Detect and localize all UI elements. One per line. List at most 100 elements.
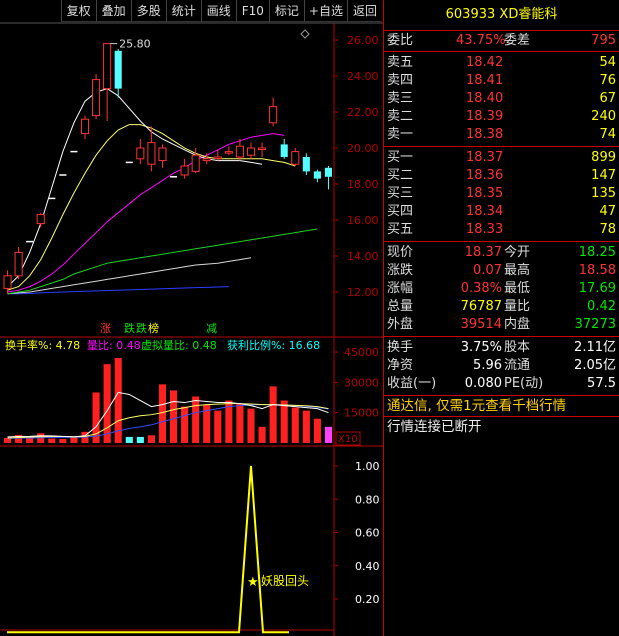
stat-value: 0.07 xyxy=(473,263,502,278)
candle-up xyxy=(191,154,200,172)
volume-header-item: 获利比例%: 16.68 xyxy=(227,338,320,352)
price-axis-label: 14.00 xyxy=(347,250,379,263)
bid-row[interactable]: 买四 18.34 47 xyxy=(384,203,619,221)
toolbar-add-watchlist-button[interactable]: +自选 xyxy=(303,0,347,22)
toolbar-statistics-button[interactable]: 统计 xyxy=(165,0,201,22)
volume-bar xyxy=(103,364,111,443)
ask-label: 卖二 xyxy=(387,109,414,124)
ask-volume: 74 xyxy=(599,127,616,142)
toolbar-back-button[interactable]: 返回 xyxy=(346,0,382,22)
volume-bar xyxy=(247,408,255,443)
ask-label: 卖三 xyxy=(387,91,414,106)
price-axis-label: 12.00 xyxy=(347,286,379,299)
stat-value: 17.69 xyxy=(578,281,616,296)
diamond-icon xyxy=(300,29,310,39)
weibi-row: 委比 43.75% 委差 795 xyxy=(384,31,619,52)
ask-volume: 240 xyxy=(591,109,616,124)
chart-toolbar: 复权 叠加 多股 统计 画线 F10 标记 +自选 返回 xyxy=(0,0,382,23)
stat-label: 外盘 xyxy=(387,317,414,332)
stat-row: 涨跌 0.07 最高 18.58 xyxy=(384,262,619,280)
stat-value: 18.25 xyxy=(578,245,616,260)
volume-axis-label: 45000 xyxy=(344,346,379,359)
price-axis-label: 20.00 xyxy=(347,142,379,155)
candle-up xyxy=(269,106,278,124)
candle-up xyxy=(103,43,112,90)
chart-area[interactable]: 26.00 24.00 22.00 20.00 18.00 16.00 14.00 12.00… xyxy=(0,0,383,636)
ask-volume: 76 xyxy=(599,73,616,88)
toolbar-multi-stock-button[interactable]: 多股 xyxy=(130,0,166,22)
candle-up xyxy=(258,147,267,150)
toolbar-overlay-button[interactable]: 叠加 xyxy=(95,0,131,22)
stat-row: 现价 18.37 今开 18.25 xyxy=(384,244,619,262)
fundamental-value: 3.75% xyxy=(460,340,502,355)
bid-label: 买五 xyxy=(387,222,414,237)
price-axis-label: 24.00 xyxy=(347,70,379,83)
bid-row[interactable]: 买三 18.35 135 xyxy=(384,185,619,203)
stat-label: 涨跌 xyxy=(387,263,414,278)
candle-down xyxy=(313,171,321,179)
bid-row[interactable]: 买一 18.37 899 xyxy=(384,149,619,167)
candle-up xyxy=(213,156,222,159)
weicha-value: 795 xyxy=(591,33,616,48)
volume-bar xyxy=(192,396,200,443)
fundamental-label: 收益(一) xyxy=(387,376,437,391)
candle-up xyxy=(36,214,45,225)
candle-down xyxy=(280,144,288,157)
bid-volume: 47 xyxy=(599,204,616,219)
stat-label: 量比 xyxy=(504,299,531,314)
stat-row: 涨幅 0.38% 最低 17.69 xyxy=(384,280,619,298)
bid-label: 买一 xyxy=(387,150,414,165)
stock-title: 603933 XD睿能科 xyxy=(384,0,619,31)
fundamental-label: 流通 xyxy=(504,358,531,373)
candle-up xyxy=(136,147,145,160)
fundamental-row: 收益(一) 0.080 PE(动) 57.5 xyxy=(384,375,619,393)
stat-value: 0.42 xyxy=(587,299,616,314)
indicator-axis-label: 0.40 xyxy=(355,560,380,573)
stat-row: 总量 76787 量比 0.42 xyxy=(384,298,619,316)
stat-row: 外盘 39514 内盘 37273 xyxy=(384,316,619,334)
bid-book: 买一 18.37 899 买二 18.36 147 买三 18.35 135 买… xyxy=(384,147,619,242)
volume-ma-blue xyxy=(7,404,329,439)
ask-row[interactable]: 卖三 18.40 67 xyxy=(384,90,619,108)
bid-row[interactable]: 买五 18.33 78 xyxy=(384,221,619,239)
volume-bar xyxy=(136,436,144,443)
stat-value: 18.37 xyxy=(464,245,502,260)
ask-row[interactable]: 卖五 18.42 54 xyxy=(384,54,619,72)
candle-up xyxy=(235,145,244,158)
candle-up xyxy=(80,118,90,135)
fundamental-row: 换手 3.75% 股本 2.11亿 xyxy=(384,339,619,357)
toolbar-draw-line-button[interactable]: 画线 xyxy=(200,0,236,22)
weibi-label: 委比 xyxy=(387,33,414,48)
upgrade-notice-link[interactable]: 通达信, 仅需1元查看千档行情 xyxy=(384,396,619,417)
ask-label: 卖一 xyxy=(387,127,414,142)
candle-up xyxy=(158,147,167,162)
ask-volume: 54 xyxy=(599,55,616,70)
fundamental-row: 净资 5.96 流通 2.05亿 xyxy=(384,357,619,375)
ask-row[interactable]: 卖二 18.39 240 xyxy=(384,108,619,126)
toolbar-mark-button[interactable]: 标记 xyxy=(268,0,304,22)
ma-line-green xyxy=(7,228,318,295)
price-axis-label: 26.00 xyxy=(347,34,379,47)
fundamental-value: 2.05亿 xyxy=(574,358,616,373)
bid-row[interactable]: 买二 18.36 147 xyxy=(384,167,619,185)
volume-bar xyxy=(214,410,222,443)
stat-label: 今开 xyxy=(504,245,531,260)
volume-header-item: 虚拟量比: 0.48 xyxy=(141,338,217,352)
toolbar-f10-button[interactable]: F10 xyxy=(235,0,269,22)
candle-up xyxy=(291,151,300,165)
volume-bar xyxy=(59,438,67,443)
bid-price: 18.37 xyxy=(466,150,504,165)
toolbar-fuquan-button[interactable]: 复权 xyxy=(60,0,96,22)
ask-row[interactable]: 卖四 18.41 76 xyxy=(384,72,619,90)
stat-label: 总量 xyxy=(387,299,414,314)
volume-bar xyxy=(181,406,189,443)
ask-row[interactable]: 卖一 18.38 74 xyxy=(384,126,619,144)
ask-label: 卖五 xyxy=(387,55,414,70)
ask-book: 卖五 18.42 54 卖四 18.41 76 卖三 18.40 67 卖二 1… xyxy=(384,52,619,147)
volume-ma-white xyxy=(7,391,329,438)
candle-up xyxy=(3,275,12,289)
ask-price: 18.39 xyxy=(466,109,504,124)
price-axis-label: 16.00 xyxy=(347,214,379,227)
bid-price: 18.35 xyxy=(466,186,504,201)
volume-bar xyxy=(48,438,56,443)
